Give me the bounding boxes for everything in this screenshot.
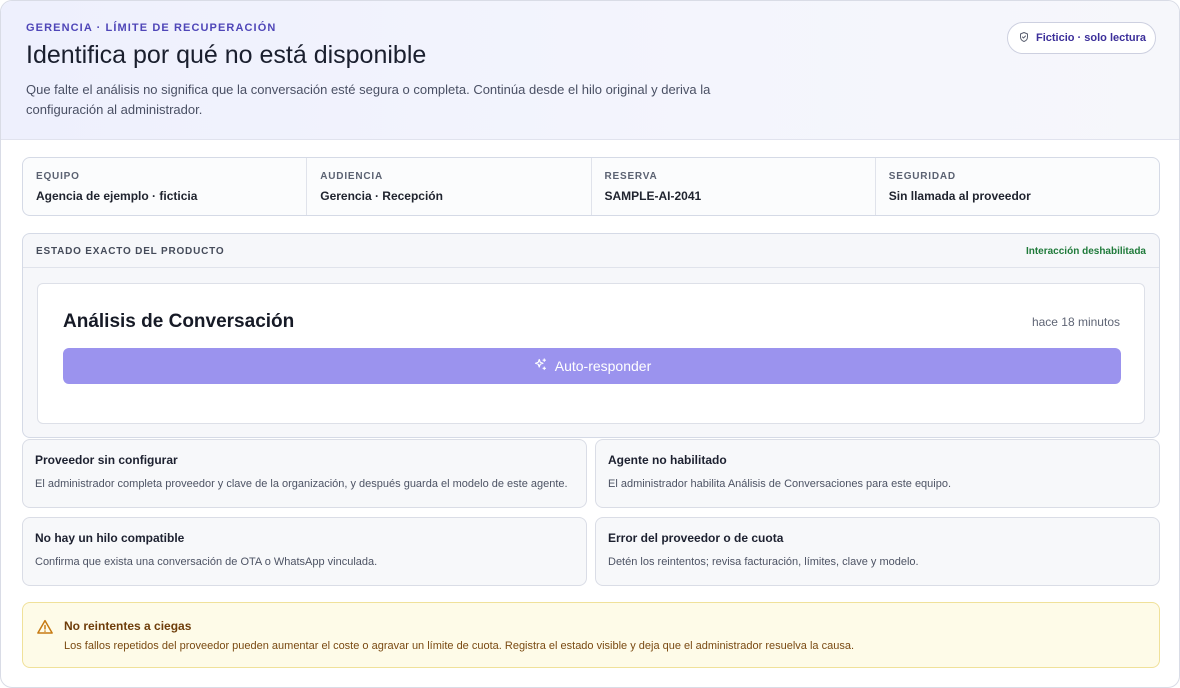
product-state-header: ESTADO EXACTO DEL PRODUCTO Interacción d… [23,234,1159,268]
conversation-analysis-card: Análisis de Conversación hace 18 minutos… [37,283,1145,424]
meta-label: RESERVA [604,171,658,182]
product-state-label: ESTADO EXACTO DEL PRODUCTO [36,246,225,257]
meta-label: SEGURIDAD [888,171,956,182]
reason-title: Agente no habilitado [608,453,727,467]
meta-label: AUDIENCIA [320,171,384,182]
interaction-status: Interacción deshabilitada [1025,246,1146,257]
meta-value: Gerencia · Recepción [320,189,443,203]
meta-value: Agencia de ejemplo · ficticia [36,189,198,203]
warning-triangle-icon [36,618,54,636]
reason-provider-quota-error: Error del proveedor o de cuota Detén los… [595,517,1160,586]
reason-title: Error del proveedor o de cuota [608,531,784,545]
meta-value: Sin llamada al proveedor [888,189,1031,203]
reason-text: Detén los reintentos; revisa facturación… [608,556,919,568]
meta-team: EQUIPO Agencia de ejemplo · ficticia [23,158,308,215]
reason-provider-unconfigured: Proveedor sin configurar El administrado… [22,439,587,508]
recovery-panel: GERENCIA · LÍMITE DE RECUPERACIÓN Identi… [0,0,1180,688]
reason-agent-disabled: Agente no habilitado El administrador ha… [595,439,1160,508]
auto-respond-button[interactable]: Auto-responder [63,348,1121,384]
readonly-badge-label: Ficticio · solo lectura [1036,32,1147,44]
reason-text: El administrador habilita Análisis de Co… [608,478,952,490]
context-summary: EQUIPO Agencia de ejemplo · ficticia AUD… [22,157,1160,216]
meta-security: SEGURIDAD Sin llamada al proveedor [876,158,1159,215]
auto-respond-label: Auto-responder [554,358,652,374]
warning-title: No reintentes a ciegas [64,619,192,633]
product-state-section: ESTADO EXACTO DEL PRODUCTO Interacción d… [22,233,1160,438]
meta-value: SAMPLE-AI-2041 [604,189,702,203]
reason-text: El administrador completa proveedor y cl… [35,478,568,490]
sparkles-icon [533,357,548,375]
card-timestamp: hace 18 minutos [1031,315,1120,329]
meta-label: EQUIPO [36,171,80,182]
card-title: Análisis de Conversación [63,311,295,332]
warning-text: Los fallos repetidos del proveedor puede… [64,640,855,652]
reason-title: Proveedor sin configurar [35,453,178,467]
page-title: Identifica por qué no está disponible [26,41,427,69]
page-header: GERENCIA · LÍMITE DE RECUPERACIÓN Identi… [1,1,1179,140]
shield-check-icon [1018,31,1030,46]
reason-title: No hay un hilo compatible [35,531,185,545]
warning-callout: No reintentes a ciegas Los fallos repeti… [22,602,1160,668]
eyebrow-label: GERENCIA · LÍMITE DE RECUPERACIÓN [26,22,277,34]
meta-audience: AUDIENCIA Gerencia · Recepción [307,158,592,215]
page-description: Que falte el análisis no significa que l… [26,82,711,117]
reason-no-compatible-thread: No hay un hilo compatible Confirma que e… [22,517,587,586]
meta-booking: RESERVA SAMPLE-AI-2041 [592,158,876,215]
readonly-badge: Ficticio · solo lectura [1007,22,1156,54]
reason-text: Confirma que exista una conversación de … [35,556,378,568]
